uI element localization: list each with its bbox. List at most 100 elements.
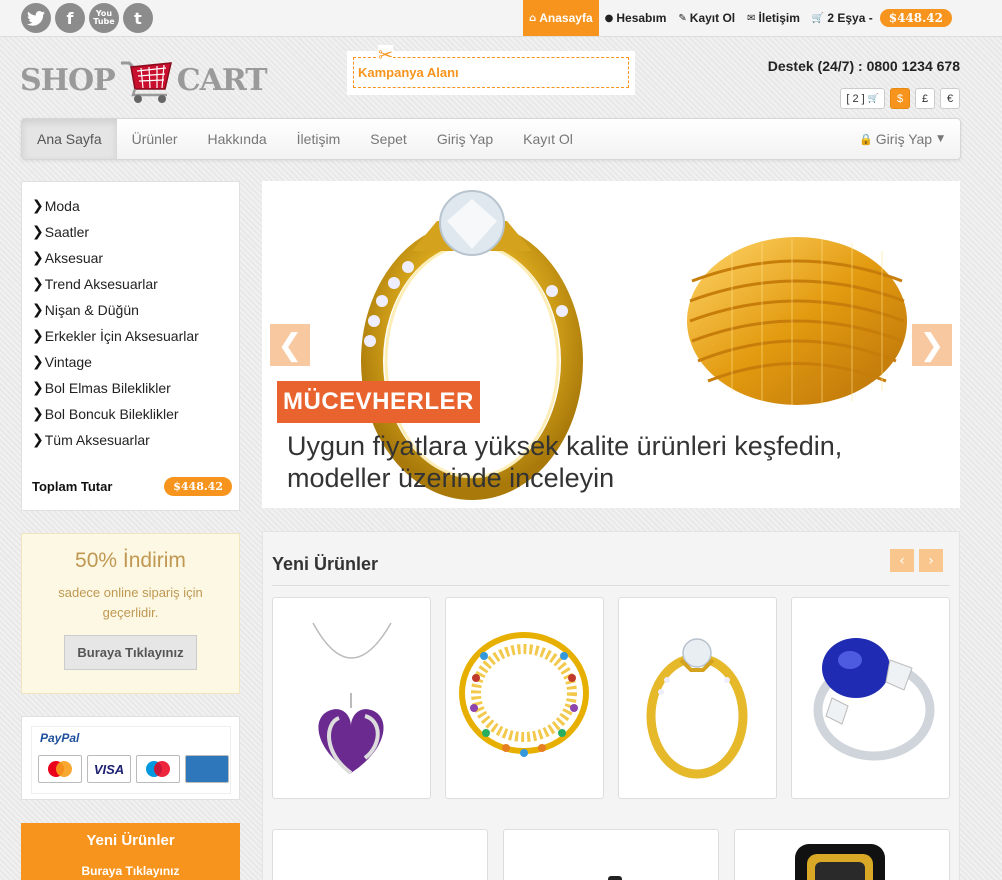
nav-about[interactable]: Hakkında xyxy=(193,119,282,159)
mastercard-icon xyxy=(38,755,82,783)
maestro-icon xyxy=(136,755,180,783)
slider-caption: MÜCEVHERLER xyxy=(277,381,480,423)
top-nav-cart[interactable]: 🛒 2 Eşya - $448.42 xyxy=(806,0,958,36)
category-item[interactable]: ❯ Bol Boncuk Bileklikler xyxy=(32,401,229,427)
chevron-right-icon: ❯ xyxy=(32,276,44,292)
home-icon: ⌂ xyxy=(529,12,537,24)
category-item[interactable]: ❯ Vintage xyxy=(32,349,229,375)
product-card-watch[interactable] xyxy=(734,829,950,880)
login-dropdown[interactable]: 🔒 Giriş Yap ▼ xyxy=(844,119,960,159)
product-card[interactable] xyxy=(272,829,488,880)
campaign-label: Kampanya Alanı xyxy=(353,57,629,88)
youtube-icon[interactable]: You Tube xyxy=(89,3,119,33)
currency-gbp-button[interactable]: £ xyxy=(915,88,935,109)
new-products-link[interactable]: Buraya Tıklayınız xyxy=(21,864,240,878)
nav-home[interactable]: Ana Sayfa xyxy=(22,119,117,159)
product-card-sapphire-ring[interactable] xyxy=(791,597,950,799)
payment-methods: PayPal VISA xyxy=(21,716,240,800)
category-sidebar: ❯ Moda ❯ Saatler ❯ Aksesuar ❯ Trend Aksesuar… xyxy=(21,181,240,511)
cart-total-badge: $448.42 xyxy=(879,9,952,27)
currency-eur-button[interactable]: € xyxy=(940,88,960,109)
facebook-icon[interactable]: f xyxy=(55,3,85,33)
youtube-glyph: You Tube xyxy=(93,9,115,26)
campaign-area[interactable]: Kampanya Alanı ✂ xyxy=(347,45,635,95)
top-nav-home-label: Anasayfa xyxy=(539,11,593,25)
category-label: Moda xyxy=(44,198,80,214)
slider-prev-button[interactable]: ❮ xyxy=(270,324,310,366)
currency-usd-button[interactable]: $ xyxy=(890,88,910,109)
mastercard-circles xyxy=(48,761,72,777)
logo-text-shop: SHOP xyxy=(20,62,116,98)
facebook-glyph: f xyxy=(66,8,74,28)
top-nav-account-label: Hesabım xyxy=(616,11,667,25)
nav-products[interactable]: Ürünler xyxy=(117,119,193,159)
section-title: Yeni Ürünler xyxy=(272,554,379,574)
chevron-right-icon: ❯ xyxy=(32,250,44,266)
visa-label: VISA xyxy=(93,761,125,777)
cart-total-label: Toplam Tutar xyxy=(32,479,113,494)
products-next-button[interactable]: › xyxy=(919,549,943,572)
tumblr-icon[interactable]: t xyxy=(123,3,153,33)
tumblr-glyph: t xyxy=(134,8,142,28)
top-nav-home[interactable]: ⌂ Anasayfa xyxy=(523,0,599,36)
top-nav-register[interactable]: ✎ Kayıt Ol xyxy=(672,0,741,36)
category-label: Trend Aksesuarlar xyxy=(44,276,158,292)
beaded-necklace-image xyxy=(459,632,589,757)
category-item[interactable]: ❯ Aksesuar xyxy=(32,245,229,271)
category-label: Erkekler İçin Aksesuarlar xyxy=(44,328,199,344)
products-carousel-nav: ‹ › xyxy=(890,549,943,572)
cart-total-row: Toplam Tutar $448.42 xyxy=(32,477,232,496)
new-products-heading: Yeni Ürünler xyxy=(86,832,175,849)
slider-next-button[interactable]: ❯ xyxy=(912,324,952,366)
promo-button[interactable]: Buraya Tıklayınız xyxy=(64,635,197,670)
hero-slider: ❮ ❯ MÜCEVHERLER Uygun fiyatlara yüksek k… xyxy=(262,181,960,508)
mini-cart-button[interactable]: [ 2 ] 🛒 xyxy=(840,88,885,109)
category-item[interactable]: ❯ Trend Aksesuarlar xyxy=(32,271,229,297)
new-products-box[interactable]: Yeni Ürünler Buraya Tıklayınız xyxy=(21,823,240,880)
product-card-necklace[interactable] xyxy=(272,597,431,799)
user-icon: ● xyxy=(604,12,614,24)
nav-contact[interactable]: İletişim xyxy=(282,119,356,159)
nav-register[interactable]: Kayıt Ol xyxy=(508,119,588,159)
diamond-ring-image xyxy=(646,638,748,779)
products-prev-button[interactable]: ‹ xyxy=(890,549,914,572)
product-card-ring[interactable] xyxy=(618,597,777,799)
top-nav-account[interactable]: ● Hesabım xyxy=(599,0,673,36)
chevron-right-icon: ❯ xyxy=(32,198,44,214)
category-item[interactable]: ❯ Moda xyxy=(32,193,229,219)
top-nav-cart-label: 2 Eşya - xyxy=(827,11,873,25)
nav-cart[interactable]: Sepet xyxy=(355,119,422,159)
chevron-right-icon: ❯ xyxy=(32,328,44,344)
category-item[interactable]: ❯ Saatler xyxy=(32,219,229,245)
category-item[interactable]: ❯ Nişan & Düğün xyxy=(32,297,229,323)
twitter-bird-icon xyxy=(27,10,45,26)
heart-necklace-image xyxy=(312,622,392,775)
site-logo[interactable]: SHOP CART xyxy=(20,55,268,105)
top-nav-contact[interactable]: ✉ İletişim xyxy=(741,0,806,36)
top-bar: f You Tube t ⌂ Anasayfa ● Hesabım ✎ Kayıt O… xyxy=(0,0,1002,37)
category-label: Nişan & Düğün xyxy=(44,302,139,318)
sapphire-ring-image xyxy=(813,638,935,761)
top-nav: ⌂ Anasayfa ● Hesabım ✎ Kayıt Ol ✉ İletişim 🛒… xyxy=(523,0,958,36)
category-label: Vintage xyxy=(44,354,92,370)
login-dropdown-label: Giriş Yap xyxy=(875,131,933,147)
promo-heading: 50% İndirim xyxy=(75,549,186,572)
envelope-icon: ✉ xyxy=(747,12,756,24)
category-item[interactable]: ❯ Bol Elmas Bileklikler xyxy=(32,375,229,401)
chevron-right-icon: ❯ xyxy=(32,380,44,396)
category-item[interactable]: ❯ Tüm Aksesuarlar xyxy=(32,427,229,453)
currency-switcher: [ 2 ] 🛒 $ £ € xyxy=(840,88,960,109)
product-card[interactable] xyxy=(503,829,719,880)
section-divider xyxy=(272,585,950,586)
slider-text-line2: modeller üzerinde inceleyin xyxy=(287,463,615,493)
category-item[interactable]: ❯ Erkekler İçin Aksesuarlar xyxy=(32,323,229,349)
mini-cart-icon: 🛒 xyxy=(867,93,879,104)
category-label: Aksesuar xyxy=(44,250,104,266)
nav-login[interactable]: Giriş Yap xyxy=(422,119,508,159)
new-products-section: Yeni Ürünler ‹ › xyxy=(262,531,960,880)
maestro-circles xyxy=(146,761,170,777)
product-card-beaded-necklace[interactable] xyxy=(445,597,604,799)
category-label: Bol Boncuk Bileklikler xyxy=(44,406,179,422)
product-thumbnail xyxy=(608,876,622,880)
twitter-icon[interactable] xyxy=(21,3,51,33)
